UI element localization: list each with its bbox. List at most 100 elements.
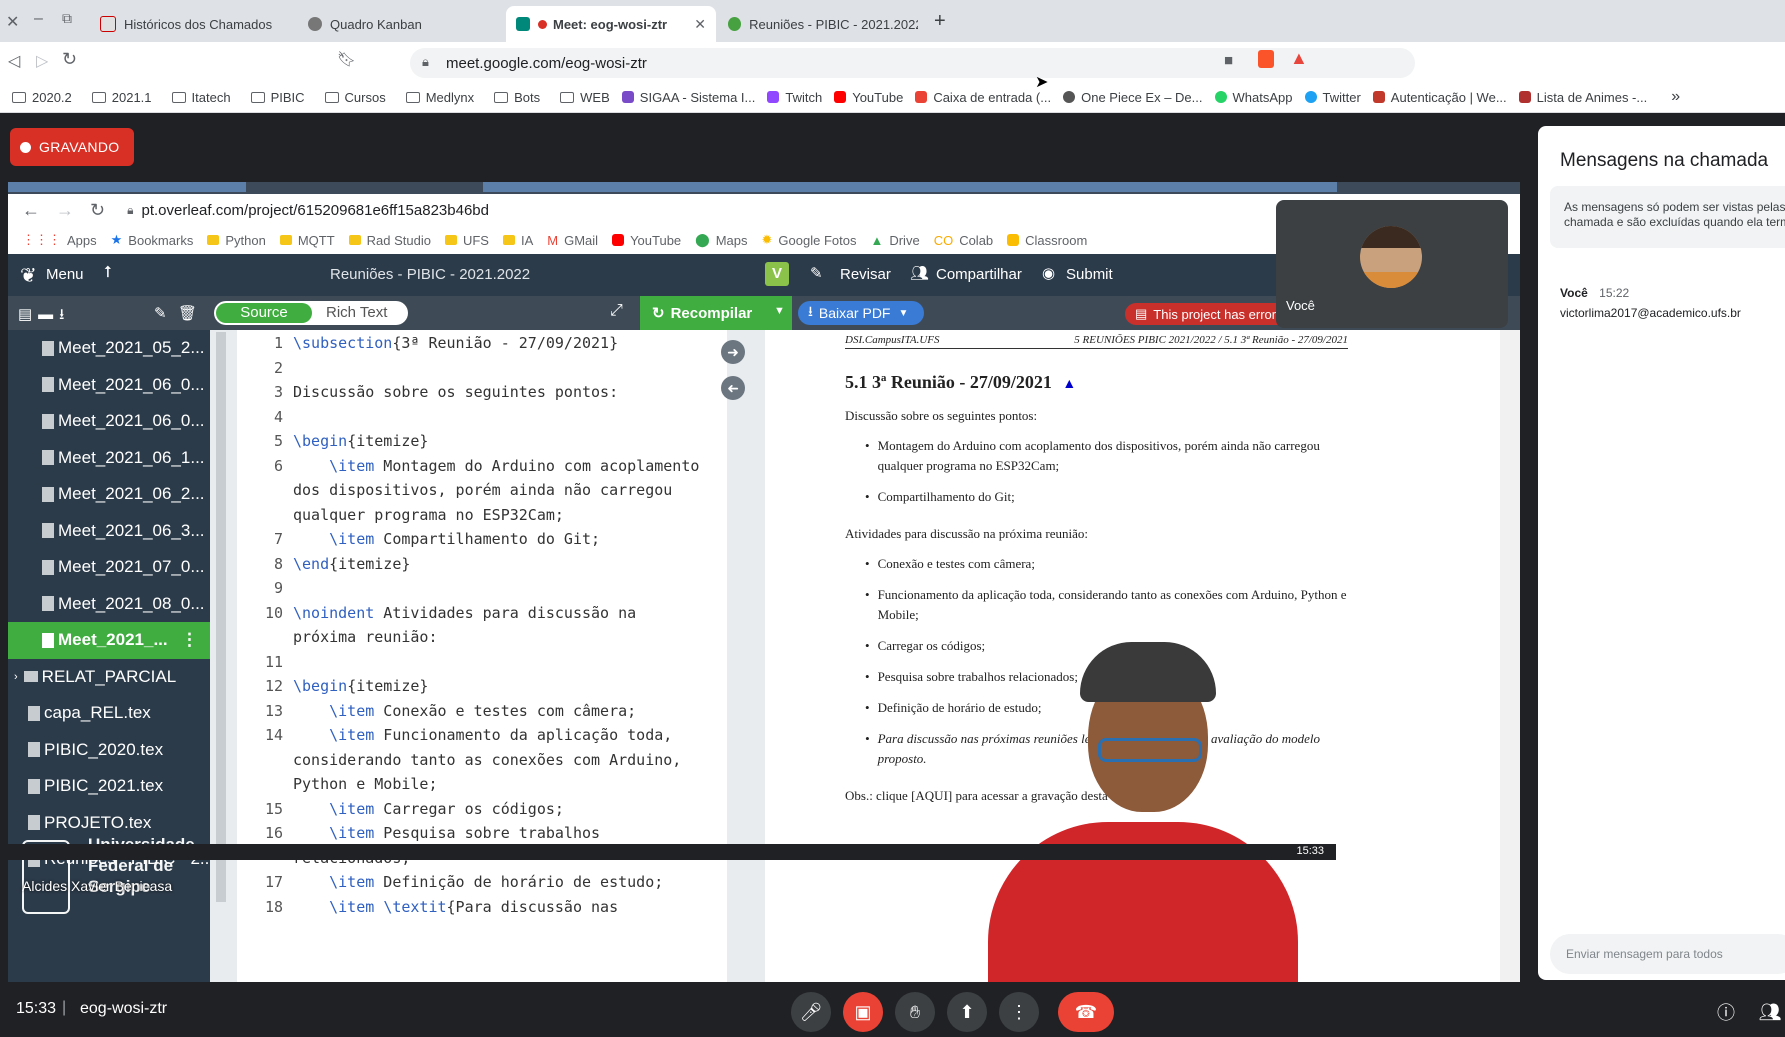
line-number: 16 (264, 824, 283, 842)
code-line[interactable]: \noindent Atividades para discussão na p… (293, 601, 703, 650)
leave-call-button[interactable]: ☎ (1058, 992, 1114, 1032)
code-line[interactable]: \item Carregar os códigos; (293, 797, 703, 822)
self-view-tile[interactable]: Você (1276, 200, 1508, 328)
chat-input[interactable]: Enviar mensagem para todos (1550, 934, 1785, 974)
code-line[interactable]: \item Definição de horário de estudo; (293, 870, 703, 895)
shared-tab-strip (8, 182, 1520, 194)
bookmark-twitch[interactable]: Twitch (767, 90, 822, 105)
mic-icon: 🎤︎ (799, 1001, 823, 1022)
upload-arrow-icon: ⭡ (104, 264, 112, 281)
gmail-icon (915, 91, 928, 103)
drive-icon: ▲ (870, 232, 884, 248)
more-options-button[interactable]: ⋮ (999, 992, 1039, 1032)
file-item: Meet_2021_08_0... (8, 586, 210, 623)
code-line[interactable]: Discussão sobre os seguintes pontos: (293, 380, 703, 405)
bookmark-twitter[interactable]: Twitter (1304, 90, 1361, 105)
file-icon (42, 559, 54, 575)
line-number: 7 (273, 530, 283, 548)
tab-historicos[interactable]: Históricos dos Chamados (90, 6, 295, 42)
maps-pin-icon: ⬤ (695, 232, 710, 247)
bookmark-youtube[interactable]: YouTube (834, 90, 903, 105)
line-number: 4 (273, 407, 283, 426)
bookmark-medlynx[interactable]: Medlynx (405, 90, 474, 105)
bookmark-gmail[interactable]: Caixa de entrada (... (915, 90, 1051, 105)
line-number: 1 (273, 334, 283, 352)
forward-icon[interactable]: ▷ (36, 51, 48, 71)
bookmark-bots[interactable]: Bots (494, 90, 540, 105)
tab-meet[interactable]: Meet: eog-wosi-ztr ✕ (506, 6, 716, 42)
record-dot-icon (20, 141, 31, 153)
brave-icon[interactable] (1258, 50, 1274, 68)
more-bookmarks-icon[interactable]: » (1671, 88, 1680, 106)
arrow-right-icon: ➜ (721, 340, 745, 364)
code-line[interactable]: \begin{itemize} (293, 674, 703, 699)
bookmark-2020-2[interactable]: 2020.2 (12, 90, 72, 105)
file-icon (28, 705, 40, 721)
code-line[interactable]: \item Compartilhamento do Git; (293, 527, 703, 552)
line-number: 18 (264, 897, 283, 916)
line-number: 10 (264, 603, 283, 622)
caret-icon: ▼ (774, 305, 785, 317)
bookmark-animes[interactable]: Lista de Animes -... (1518, 90, 1647, 105)
file-item: Meet_2021_06_3... (8, 513, 210, 550)
code-line[interactable]: \item Funcionamento da aplicação toda, c… (293, 723, 703, 797)
rewards-icon[interactable]: ▲ (1290, 48, 1308, 69)
bookmark-whatsapp[interactable]: WhatsApp (1214, 90, 1293, 105)
file-icon (28, 742, 40, 758)
code-editor: 1 \subsection{3ª Reunião - 27/09/2021} 2 3 D… (237, 330, 727, 982)
gmail-icon: M (547, 232, 559, 248)
people-icon: 👥︎ (1758, 1001, 1782, 1022)
chat-title: Mensagens na chamada (1560, 150, 1769, 171)
minimize-icon[interactable]: – (34, 10, 43, 28)
folder-icon (494, 91, 509, 103)
youtube-icon (834, 91, 847, 103)
line-number: 11 (264, 652, 283, 671)
new-tab-icon[interactable]: + (934, 10, 946, 33)
code-line[interactable]: \item Conexão e testes com câmera; (293, 699, 703, 724)
file-item: Meet_2021_06_1... (8, 440, 210, 477)
trash-icon: 🗑︎ (178, 305, 198, 322)
back-icon: ← (22, 199, 40, 220)
line-number: 2 (273, 358, 283, 377)
tab-overleaf[interactable]: Reuniões - PIBIC - 2021.2022 - Onlin (718, 6, 928, 42)
line-number: 9 (273, 579, 283, 597)
code-line[interactable]: \end{itemize} (293, 552, 703, 577)
camera-off-button[interactable]: ▣ (843, 992, 883, 1032)
tab-favicon-icon (100, 16, 116, 32)
restore-icon[interactable]: ⧉ (62, 10, 72, 27)
camera-blocked-icon[interactable]: ■ (1224, 52, 1233, 69)
reload-icon[interactable]: ↻ (62, 49, 77, 70)
refresh-icon: ↻ (652, 305, 665, 322)
present-button[interactable]: ⬆ (947, 992, 987, 1032)
file-icon (42, 413, 54, 429)
bookmark-onepiece[interactable]: One Piece Ex – De... (1063, 90, 1203, 105)
raise-hand-button[interactable]: ✋︎ (895, 992, 935, 1032)
forward-icon: → (56, 199, 74, 220)
bookmark-itatech[interactable]: Itatech (171, 90, 231, 105)
mic-button[interactable]: 🎤︎ (791, 992, 831, 1032)
back-icon[interactable]: ◁ (8, 51, 20, 71)
bookmark-icon[interactable]: 🔖︎ (337, 50, 356, 68)
bookmark-2021-1[interactable]: 2021.1 (91, 90, 152, 105)
bookmark-pibic[interactable]: PIBIC (250, 90, 305, 105)
bookmark-web[interactable]: WEB (560, 90, 610, 105)
file-icon (42, 596, 54, 612)
tab-kanban[interactable]: Quadro Kanban (298, 6, 503, 42)
bookmark-cursos[interactable]: Cursos (324, 90, 386, 105)
code-line[interactable]: \begin{itemize} (293, 429, 703, 454)
recording-dot-icon (538, 19, 547, 29)
bookmark-sigaa[interactable]: SIGAA - Sistema I... (621, 90, 755, 105)
info-button[interactable]: ⓘ (1706, 992, 1746, 1032)
tab-close-icon[interactable]: ✕ (694, 16, 706, 33)
line-number: 14 (264, 726, 283, 744)
code-line[interactable]: \item \textit{Para discussão nas (293, 895, 703, 920)
people-button[interactable]: 👥︎ (1750, 992, 1785, 1032)
auth-icon (1372, 91, 1385, 103)
bookmark-autenticacao[interactable]: Autenticação | We... (1372, 90, 1507, 105)
chevron-right-icon: › (14, 670, 18, 683)
line-number: 13 (264, 701, 283, 720)
code-line[interactable]: \item Montagem do Arduino com acoplament… (293, 454, 703, 528)
close-window-icon[interactable]: ✕ (6, 12, 19, 32)
line-number: 8 (273, 554, 283, 573)
code-line[interactable]: \subsection{3ª Reunião - 27/09/2021} (293, 331, 703, 356)
